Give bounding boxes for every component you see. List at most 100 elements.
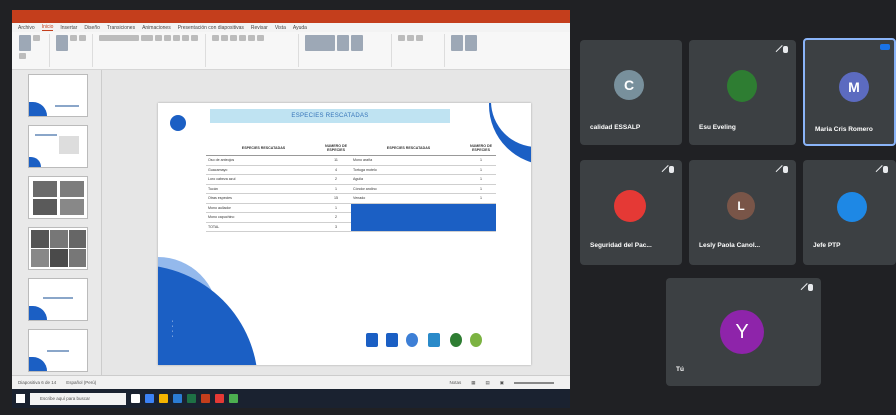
paste-icon[interactable]	[19, 35, 31, 51]
slide-thumbnail[interactable]: 5	[28, 227, 88, 270]
tab-view[interactable]: Vista	[275, 25, 286, 31]
species-table: ESPECIES RESCATADAS NUMERO DE ESPECIES E…	[206, 141, 496, 232]
participant-name: Jefe PTP	[813, 242, 841, 249]
notes-button[interactable]: Notas	[449, 380, 461, 385]
participant-tile[interactable]: C calidad ESSALP	[580, 40, 682, 145]
table-header: ESPECIES RESCATADAS	[206, 141, 321, 156]
justify-icon[interactable]	[257, 35, 264, 41]
task-view-icon[interactable]	[131, 394, 140, 403]
select-icon[interactable]	[416, 35, 423, 41]
clipboard-group	[16, 34, 50, 67]
slide-thumbnail[interactable]: 4	[28, 176, 88, 219]
excel-icon[interactable]	[187, 394, 196, 403]
avatar	[614, 190, 646, 222]
reset-icon[interactable]	[79, 35, 86, 41]
tab-insert[interactable]: Insertar	[60, 25, 77, 31]
table-cell: 2	[321, 212, 351, 223]
sponsor-logo	[450, 333, 462, 347]
italic-icon[interactable]	[164, 35, 171, 41]
edge-icon[interactable]	[145, 394, 154, 403]
table-cell: 15	[321, 193, 351, 204]
tab-transitions[interactable]: Transiciones	[107, 25, 135, 31]
tab-design[interactable]: Diseño	[84, 25, 100, 31]
editor-workspace: 2 3 4 5 6 7 ESPECIES RESCATADAS ESP	[12, 70, 570, 389]
bullets-icon[interactable]	[212, 35, 219, 41]
mic-muted-icon	[783, 166, 788, 173]
slide-thumbnail[interactable]: 7	[28, 329, 88, 372]
voice-group	[448, 34, 488, 67]
copy-icon[interactable]	[19, 53, 26, 59]
tab-help[interactable]: Ayuda	[293, 25, 307, 31]
table-row: Tucán 1 Cóndor andino 1	[206, 184, 496, 194]
ribbon-toolbar	[12, 32, 570, 70]
designer-icon[interactable]	[465, 35, 477, 51]
sponsor-logo	[470, 333, 482, 347]
tab-slideshow[interactable]: Presentación con diapositivas	[178, 25, 244, 31]
language-indicator[interactable]: Español (Perú)	[66, 380, 96, 385]
table-cell: Aguila	[351, 174, 466, 185]
explorer-icon[interactable]	[159, 394, 168, 403]
table-cell: Oso de anteojos	[206, 155, 321, 166]
app-icon[interactable]	[215, 394, 224, 403]
font-color-icon[interactable]	[191, 35, 198, 41]
start-icon[interactable]	[16, 394, 25, 403]
participant-tile[interactable]: Seguridad del Pac...	[580, 160, 682, 265]
align-left-icon[interactable]	[230, 35, 237, 41]
options-icon[interactable]	[880, 44, 890, 50]
table-header: NUMERO DE ESPECIES	[321, 141, 351, 156]
sorter-view-icon[interactable]: ▤	[485, 380, 489, 386]
mic-muted-icon	[669, 166, 674, 173]
bold-icon[interactable]	[155, 35, 162, 41]
zoom-slider[interactable]	[514, 381, 554, 384]
slide-thumbnail[interactable]: 6	[28, 278, 88, 321]
highlight-box	[351, 203, 496, 232]
new-slide-icon[interactable]	[56, 35, 68, 51]
table-row: Otras especies 15 Venado 1	[206, 193, 496, 204]
table-row: Oso de anteojos 11 Mono araña 1	[206, 155, 496, 166]
current-slide[interactable]: ESPECIES RESCATADAS ESPECIES RESCATADAS …	[158, 103, 531, 365]
self-view-tile[interactable]: Y Tú	[666, 278, 821, 386]
slide-decoration	[158, 265, 258, 365]
font-family-select[interactable]	[99, 35, 139, 41]
slide-title: ESPECIES RESCATADAS	[210, 109, 450, 123]
ribbon-tabs: Archivo Inicio Insertar Diseño Transicio…	[12, 23, 570, 32]
dictate-icon[interactable]	[451, 35, 463, 51]
editing-group	[395, 34, 445, 67]
underline-icon[interactable]	[173, 35, 180, 41]
chrome-icon[interactable]	[229, 394, 238, 403]
participant-tile[interactable]: M Maria Cris Romero	[803, 38, 896, 146]
slide-thumbnail[interactable]: 2	[28, 74, 88, 117]
font-size-select[interactable]	[141, 35, 153, 41]
table-cell: Cóndor andino	[351, 184, 466, 194]
layout-icon[interactable]	[70, 35, 77, 41]
slide-counter: Diapositiva 6 de 14	[18, 380, 57, 385]
numbering-icon[interactable]	[221, 35, 228, 41]
participant-tile[interactable]: Esu Eveling	[689, 40, 796, 145]
taskbar-search-input[interactable]: Escribe aquí para buscar	[30, 392, 126, 405]
replace-icon[interactable]	[407, 35, 414, 41]
table-header: NUMERO DE ESPECIES	[466, 141, 496, 156]
tab-review[interactable]: Revisar	[251, 25, 268, 31]
align-right-icon[interactable]	[248, 35, 255, 41]
find-icon[interactable]	[398, 35, 405, 41]
shapes-gallery-icon[interactable]	[305, 35, 335, 51]
quick-styles-icon[interactable]	[351, 35, 363, 51]
slide-thumbnail[interactable]: 3	[28, 125, 88, 168]
word-icon[interactable]	[173, 394, 182, 403]
avatar: M	[839, 72, 869, 102]
normal-view-icon[interactable]: ▦	[471, 380, 475, 386]
tab-file[interactable]: Archivo	[18, 25, 35, 31]
tab-home[interactable]: Inicio	[41, 24, 54, 31]
participant-tile[interactable]: L Lesly Paola Canol...	[689, 160, 796, 265]
arrange-icon[interactable]	[337, 35, 349, 51]
table-cell: 1	[466, 184, 496, 194]
reading-view-icon[interactable]: ▣	[500, 380, 504, 386]
paragraph-group	[209, 34, 299, 67]
participant-tile[interactable]: Jefe PTP	[803, 160, 896, 265]
strikethrough-icon[interactable]	[182, 35, 189, 41]
powerpoint-icon[interactable]	[201, 394, 210, 403]
table-cell: Otras especies	[206, 193, 321, 204]
align-center-icon[interactable]	[239, 35, 246, 41]
tab-animations[interactable]: Animaciones	[142, 25, 171, 31]
cut-icon[interactable]	[33, 35, 40, 41]
